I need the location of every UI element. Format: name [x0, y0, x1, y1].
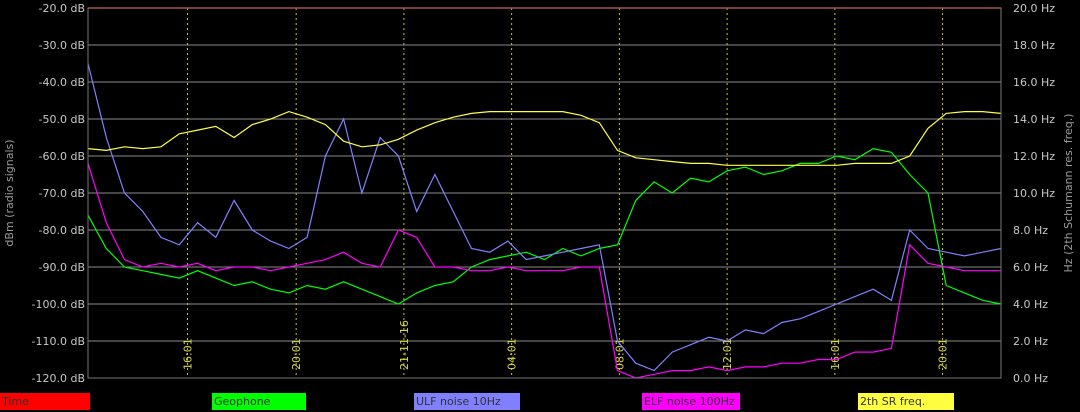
legend-label-elf-noise: ELF noise 100Hz — [644, 395, 735, 408]
legend-item-geophone[interactable]: Geophone — [212, 393, 306, 410]
y-tick-label-left: -40.0 dB — [39, 76, 86, 89]
legend-label-time: Time — [2, 395, 29, 408]
y-tick-label-right: 16.0 Hz — [1013, 76, 1055, 89]
y-tick-label-right: 4.0 Hz — [1013, 298, 1048, 311]
legend-label-sr-freq: 2th SR freq. — [860, 395, 926, 408]
y-tick-label-left: -30.0 dB — [39, 39, 86, 52]
y-tick-label-left: -70.0 dB — [39, 187, 86, 200]
y-tick-label-right: 20.0 Hz — [1013, 2, 1055, 15]
legend-label-ulf-noise: ULF noise 10Hz — [416, 395, 501, 408]
legend: Time Geophone ULF noise 10Hz ELF noise 1… — [0, 393, 1080, 412]
x-tick-label: 21-11-16 — [398, 320, 411, 370]
y-tick-label-left: -80.0 dB — [39, 224, 86, 237]
x-tick-label: 04:01 — [506, 338, 519, 370]
y-tick-label-right: 2.0 Hz — [1013, 335, 1048, 348]
chart-area: -20.0 dB -30.0 dB -40.0 dB -50.0 dB -60.0 dB… — [0, 0, 1080, 395]
y-tick-label-right: 0.0 Hz — [1013, 372, 1048, 385]
y-tick-label-left: -50.0 dB — [39, 113, 86, 126]
y-tick-label-right: 10.0 Hz — [1013, 187, 1055, 200]
legend-item-ulf-noise[interactable]: ULF noise 10Hz — [414, 393, 520, 410]
legend-label-geophone: Geophone — [214, 395, 271, 408]
y-tick-label-right: 8.0 Hz — [1013, 224, 1048, 237]
legend-item-sr-freq[interactable]: 2th SR freq. — [858, 393, 954, 410]
legend-item-time[interactable]: Time — [0, 393, 90, 410]
y-tick-label-left: -110.0 dB — [32, 335, 86, 348]
y-tick-label-left: -120.0 dB — [32, 372, 86, 385]
y-tick-label-right: 6.0 Hz — [1013, 261, 1048, 274]
y-axis-label-left: dBm (radio signals) — [3, 139, 16, 246]
y-tick-label-left: -60.0 dB — [39, 150, 86, 163]
x-tick-label: 20:01 — [290, 338, 303, 370]
y-tick-label-right: 12.0 Hz — [1013, 150, 1055, 163]
y-tick-label-left: -20.0 dB — [39, 2, 86, 15]
x-tick-label: 16:01 — [182, 338, 195, 370]
y-tick-label-left: -100.0 dB — [32, 298, 86, 311]
x-tick-label: 20:01 — [937, 338, 950, 370]
legend-item-elf-noise[interactable]: ELF noise 100Hz — [642, 393, 740, 410]
x-tick-label: 12:01 — [721, 338, 734, 370]
x-tick-label: 16:01 — [829, 338, 842, 370]
y-tick-label-right: 14.0 Hz — [1013, 113, 1055, 126]
y-tick-label-left: -90.0 dB — [39, 261, 86, 274]
y-tick-label-right: 18.0 Hz — [1013, 39, 1055, 52]
chart-background — [0, 0, 1080, 395]
y-axis-label-right: Hz (2th Schumann res. freq.) — [1062, 114, 1075, 273]
